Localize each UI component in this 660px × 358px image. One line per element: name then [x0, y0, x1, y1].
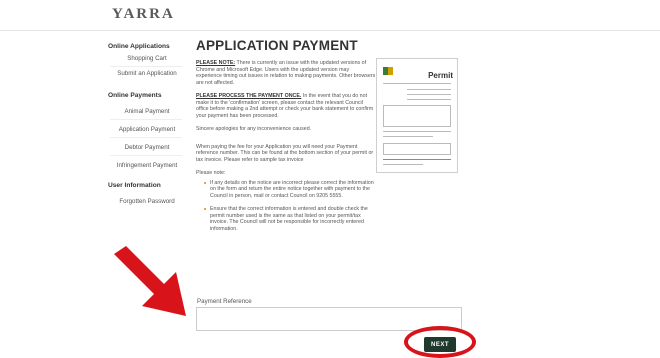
sample-line	[383, 83, 451, 84]
sidebar-divider	[110, 137, 182, 138]
sample-tax-invoice-image[interactable]: Permit	[376, 58, 458, 173]
payment-reference-label: Payment Reference	[197, 298, 252, 305]
bullet-icon	[204, 208, 206, 210]
sample-line	[383, 159, 451, 160]
list-item: If any details on the notice are incorre…	[204, 180, 376, 200]
please-note-label: Please note:	[196, 170, 226, 176]
sample-line	[407, 89, 451, 90]
sidebar-item-infringement-payment[interactable]: Infringement Payment	[110, 159, 184, 173]
notice-label: PLEASE NOTE:	[196, 60, 236, 66]
sidebar-item-animal-payment[interactable]: Animal Payment	[110, 105, 184, 119]
list-item-text: If any details on the notice are incorre…	[210, 179, 374, 199]
sidebar-heading-online-payments: Online Payments	[108, 92, 162, 99]
process-once-label: PLEASE PROCESS THE PAYMENT ONCE.	[196, 93, 302, 99]
sample-line	[383, 164, 423, 165]
sample-line	[383, 136, 433, 137]
apology-text: Sincere apologies for any inconvenience …	[196, 126, 312, 132]
list-item: Ensure that the correct information is e…	[204, 206, 376, 232]
sidebar-nav: Online Applications Shopping Cart Submit…	[108, 42, 184, 209]
header-divider	[0, 30, 660, 31]
notes-list: If any details on the notice are incorre…	[204, 180, 376, 233]
sidebar-divider	[110, 119, 182, 120]
list-item-text: Ensure that the correct information is e…	[210, 206, 368, 232]
sample-line	[407, 99, 451, 100]
main-content: APPLICATION PAYMENT PLEASE NOTE: There i…	[196, 38, 376, 239]
sidebar-item-shopping-cart[interactable]: Shopping Cart	[110, 52, 184, 66]
sidebar-item-debtor-payment[interactable]: Debtor Payment	[110, 141, 184, 155]
sidebar-item-submit-application[interactable]: Submit an Application	[110, 67, 184, 81]
sidebar-item-forgotten-password[interactable]: Forgotten Password	[110, 195, 184, 209]
council-logo[interactable]: YARRA	[112, 6, 175, 23]
process-once-notice: PLEASE PROCESS THE PAYMENT ONCE. In the …	[196, 93, 376, 119]
sample-line	[383, 131, 451, 132]
payment-instructions: When paying the fee for your Application…	[196, 143, 374, 163]
page-title: APPLICATION PAYMENT	[196, 38, 358, 53]
sample-permit-title: Permit	[428, 71, 453, 80]
sample-table	[383, 105, 451, 127]
sidebar-heading-user-information: User Information	[108, 182, 161, 189]
council-crest-icon	[383, 67, 393, 75]
bullet-icon	[204, 181, 206, 184]
sidebar-heading-online-applications: Online Applications	[108, 43, 170, 50]
sample-table	[383, 143, 451, 155]
red-arrow-annotation-icon	[114, 246, 186, 316]
sidebar-divider	[110, 155, 182, 156]
sample-line	[407, 94, 451, 95]
chrome-edge-notice: PLEASE NOTE: There is currently an issue…	[196, 60, 376, 86]
sidebar-item-application-payment[interactable]: Application Payment	[110, 123, 184, 137]
next-button[interactable]: NEXT	[424, 337, 456, 352]
